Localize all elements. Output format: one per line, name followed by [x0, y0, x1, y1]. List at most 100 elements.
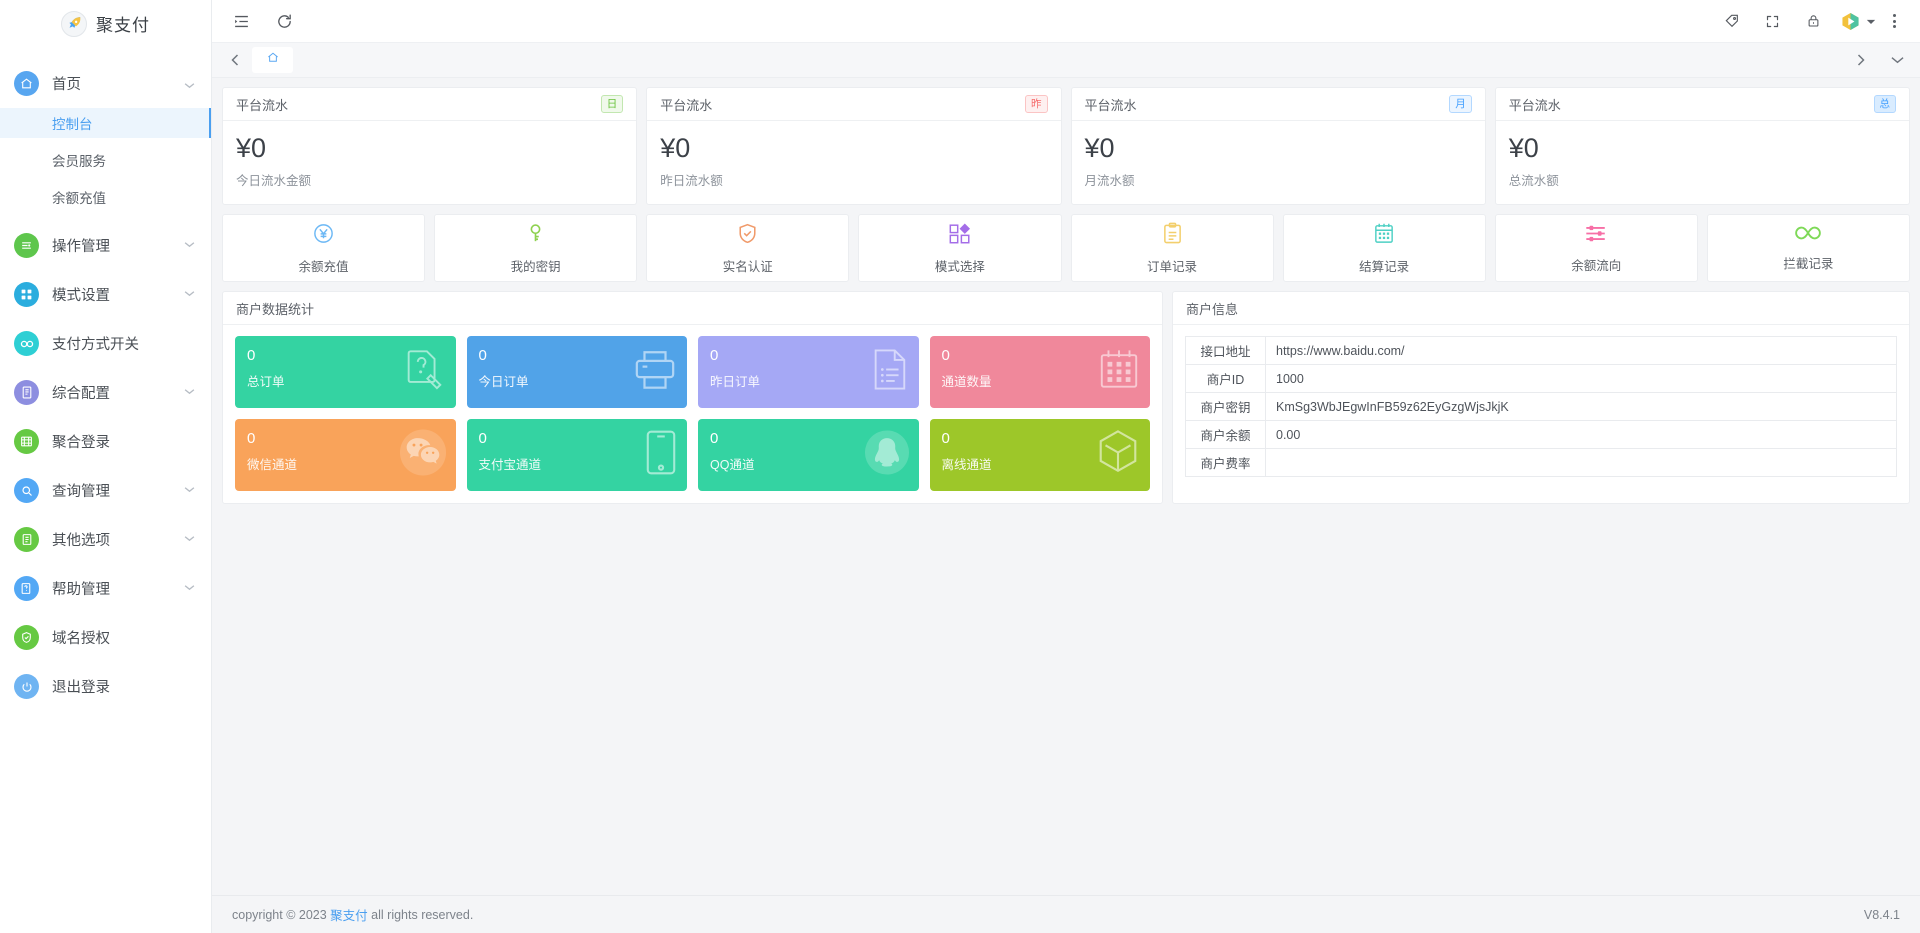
- quick-action-label: 我的密钥: [511, 256, 561, 275]
- fullscreen-icon[interactable]: [1757, 6, 1788, 37]
- footer-brand-link[interactable]: 聚支付: [330, 905, 368, 924]
- quick-action-order-records[interactable]: 订单记录: [1071, 214, 1274, 282]
- chevron-down-icon[interactable]: [184, 388, 195, 398]
- quick-action-label: 订单记录: [1147, 256, 1197, 275]
- sidebar-item-logout[interactable]: 退出登录: [0, 662, 211, 711]
- sidebar-item-operations[interactable]: 操作管理: [0, 221, 211, 270]
- card-caption: 总流水额: [1509, 170, 1896, 189]
- panel-title: 商户信息: [1173, 292, 1909, 325]
- avatar-menu[interactable]: [1839, 10, 1876, 32]
- tag-icon[interactable]: [1716, 6, 1747, 37]
- quick-action-label: 实名认证: [723, 256, 773, 275]
- lock-icon[interactable]: [1798, 6, 1829, 37]
- tab-collapse-icon[interactable]: [1886, 49, 1908, 71]
- stat-tile-today-orders[interactable]: 0 今日订单: [467, 336, 688, 408]
- quick-action-label: 结算记录: [1359, 256, 1409, 275]
- sidebar-item-other-options[interactable]: 其他选项: [0, 515, 211, 564]
- sidebar-item-home[interactable]: 首页: [0, 59, 211, 108]
- sidebar-item-member-service[interactable]: 会员服务: [0, 145, 211, 175]
- stat-tile-alipay-channel[interactable]: 0 支付宝通道: [467, 419, 688, 491]
- key-icon: [524, 222, 547, 250]
- panel-title: 商户数据统计: [223, 292, 1162, 325]
- quick-action-mode-select[interactable]: 模式选择: [858, 214, 1061, 282]
- refresh-icon[interactable]: [269, 6, 300, 37]
- more-vertical-icon[interactable]: [1886, 14, 1903, 28]
- table-row: 商户余额 0.00: [1186, 421, 1897, 449]
- flow-card-total: 平台流水 总 ¥0 总流水额: [1495, 87, 1910, 205]
- chevron-down-icon[interactable]: [184, 535, 195, 545]
- rocket-icon: [61, 11, 87, 37]
- chevron-up-icon[interactable]: [184, 79, 195, 89]
- menu-fold-icon[interactable]: [226, 6, 257, 37]
- sidebar-item-balance-recharge[interactable]: 余额充值: [0, 182, 211, 212]
- sidebar-label: 域名授权: [52, 627, 195, 648]
- stat-tile-wechat-channel[interactable]: 0 微信通道: [235, 419, 456, 491]
- chevron-left-icon[interactable]: [224, 49, 246, 71]
- stat-tile-qq-channel[interactable]: 0 QQ通道: [698, 419, 919, 491]
- quick-action-balance-flow[interactable]: 余额流向: [1495, 214, 1698, 282]
- row-value: KmSg3WbJEgwInFB59z62EyGzgWjsJkjK: [1266, 393, 1897, 421]
- mobile-icon: [644, 429, 678, 482]
- sidebar-item-help-manage[interactable]: 帮助管理: [0, 564, 211, 613]
- card-caption: 今日流水金额: [236, 170, 623, 189]
- quick-action-my-key[interactable]: 我的密钥: [434, 214, 637, 282]
- chevron-down-icon[interactable]: [184, 584, 195, 594]
- quick-action-label: 拦截记录: [1783, 253, 1833, 272]
- sidebar-item-mode-settings[interactable]: 模式设置: [0, 270, 211, 319]
- copyright-suffix: all rights reserved.: [371, 908, 473, 922]
- brand-logo[interactable]: 聚支付: [0, 0, 211, 43]
- quick-action-settlement-records[interactable]: 结算记录: [1283, 214, 1486, 282]
- sidebar-label: 模式设置: [52, 284, 184, 305]
- tab-strip: [212, 43, 1920, 78]
- sidebar: 聚支付 首页 控制台 会员服务 余额充值: [0, 0, 212, 933]
- sidebar-item-comprehensive-config[interactable]: 综合配置: [0, 368, 211, 417]
- quick-action-intercept-records[interactable]: 拦截记录: [1707, 214, 1910, 282]
- sidebar-item-console[interactable]: 控制台: [0, 108, 211, 138]
- stat-tile-offline-channel[interactable]: 0 离线通道: [930, 419, 1151, 491]
- table-row: 接口地址 https://www.baidu.com/: [1186, 337, 1897, 365]
- card-title: 平台流水: [1509, 95, 1874, 114]
- sidebar-item-query-manage[interactable]: 查询管理: [0, 466, 211, 515]
- payment-switch-icon: [14, 331, 39, 356]
- sidebar-item-domain-auth[interactable]: 域名授权: [0, 613, 211, 662]
- grid-diamond-icon: [948, 222, 972, 250]
- sidebar-menu: 首页 控制台 会员服务 余额充值 操作管理: [0, 43, 211, 711]
- sidebar-label: 退出登录: [52, 676, 195, 697]
- sidebar-item-payment-switch[interactable]: 支付方式开关: [0, 319, 211, 368]
- sidebar-item-aggregate-login[interactable]: 聚合登录: [0, 417, 211, 466]
- quick-action-label: 模式选择: [935, 256, 985, 275]
- stat-tile-total-orders[interactable]: 0 总订单: [235, 336, 456, 408]
- sidebar-label: 首页: [52, 73, 184, 94]
- header-actions: [1716, 6, 1903, 37]
- flow-card-month: 平台流水 月 ¥0 月流水额: [1071, 87, 1486, 205]
- main-area: 平台流水 日 ¥0 今日流水金额 平台流水 昨 ¥0 昨日流水额: [212, 0, 1920, 933]
- dashboard-content: 平台流水 日 ¥0 今日流水金额 平台流水 昨 ¥0 昨日流水额: [212, 78, 1920, 895]
- card-title: 平台流水: [236, 95, 601, 114]
- home-icon: [14, 71, 39, 96]
- operations-icon: [14, 233, 39, 258]
- chevron-down-icon[interactable]: [184, 486, 195, 496]
- quick-action-real-name-auth[interactable]: 实名认证: [646, 214, 849, 282]
- sidebar-submenu-home: 控制台 会员服务 余额充值: [0, 108, 211, 212]
- stat-tile-channel-count[interactable]: 0 通道数量: [930, 336, 1151, 408]
- infinity-icon: [1795, 224, 1821, 247]
- chevron-right-icon[interactable]: [1850, 49, 1872, 71]
- sidebar-label: 操作管理: [52, 235, 184, 256]
- card-caption: 昨日流水额: [660, 170, 1047, 189]
- status-badge: 日: [601, 95, 624, 114]
- sidebar-sublabel: 会员服务: [52, 150, 106, 170]
- chevron-down-icon[interactable]: [184, 290, 195, 300]
- row-value: https://www.baidu.com/: [1266, 337, 1897, 365]
- status-badge: 月: [1449, 95, 1472, 114]
- chevron-down-icon[interactable]: [184, 241, 195, 251]
- tab-home[interactable]: [252, 47, 293, 73]
- row-key: 商户费率: [1186, 449, 1266, 477]
- table-row: 商户ID 1000: [1186, 365, 1897, 393]
- merchant-info-panel: 商户信息 接口地址 https://www.baidu.com/ 商户ID 10…: [1172, 291, 1910, 504]
- quick-action-balance-recharge[interactable]: 余额充值: [222, 214, 425, 282]
- bottom-panels: 商户数据统计 0 总订单: [222, 291, 1910, 504]
- sidebar-label: 聚合登录: [52, 431, 195, 452]
- status-badge: 昨: [1025, 95, 1048, 114]
- stat-tile-yesterday-orders[interactable]: 0 昨日订单: [698, 336, 919, 408]
- merchant-info-table: 接口地址 https://www.baidu.com/ 商户ID 1000 商户…: [1173, 325, 1909, 489]
